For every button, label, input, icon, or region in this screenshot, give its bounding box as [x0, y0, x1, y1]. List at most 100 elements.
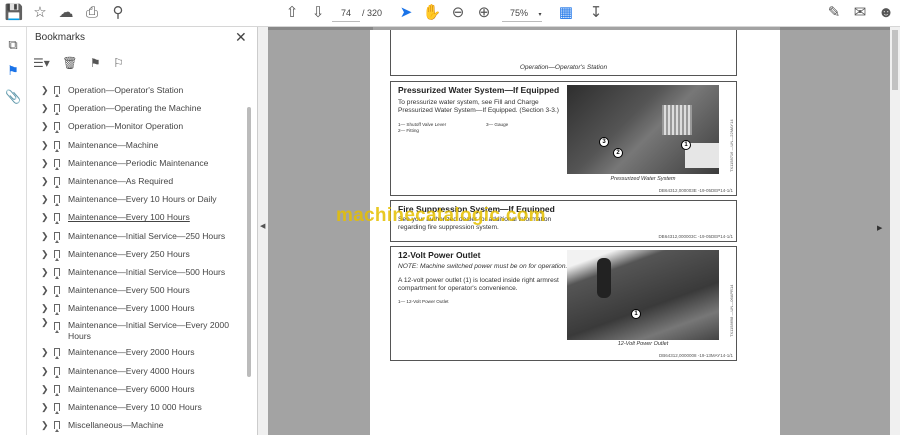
callout-1: 1 — [631, 309, 641, 319]
bookmark-label: Maintenance—Periodic Maintenance — [68, 157, 209, 168]
bookmark-item[interactable]: ❯ Maintenance—Periodic Maintenance — [27, 154, 247, 172]
bookmark-icon — [54, 231, 60, 243]
bookmark-item[interactable]: ❯ Maintenance—Initial Service—250 Hours — [27, 227, 247, 245]
chevron-right-icon[interactable]: ❯ — [41, 380, 49, 398]
chevron-right-icon[interactable]: ❯ — [41, 117, 49, 135]
bookmark-item[interactable]: ❯ Maintenance—Every 4000 Hours — [27, 362, 247, 380]
navigation-rail: ⧉ ⚑ 📎 — [0, 27, 27, 435]
page-shadow — [268, 27, 373, 30]
panel-scrollbar[interactable] — [247, 107, 251, 377]
bookmark-list: ❯ Operation—Operator's Station ❯ Operation—… — [27, 81, 247, 434]
zoom-out-icon[interactable]: ⊖ — [448, 4, 468, 22]
bookmark-item[interactable]: ❯ Maintenance—As Required — [27, 172, 247, 190]
search-icon[interactable]: ⚲ — [108, 4, 128, 22]
find-bookmark-icon[interactable]: ⚐ — [113, 56, 124, 70]
zoom-in-icon[interactable]: ⊕ — [474, 4, 494, 22]
bookmark-item[interactable]: ❯ Maintenance—Every 250 Hours — [27, 245, 247, 263]
page-fit-icon[interactable]: ▦ — [556, 4, 576, 22]
zoom-value: 75% — [510, 8, 529, 18]
hand-tool-icon[interactable]: ✋ — [422, 4, 442, 22]
bookmark-icon — [54, 366, 60, 378]
upload-cloud-icon[interactable]: ☁ — [56, 4, 76, 22]
bookmark-label: Maintenance—Initial Service—250 Hours — [68, 230, 226, 241]
chevron-right-icon[interactable]: ❯ — [41, 343, 49, 361]
bookmark-label: Maintenance—Every 2000 Hours — [68, 347, 195, 358]
bookmark-item[interactable]: ❯ Maintenance—Every 500 Hours — [27, 281, 247, 299]
chevron-right-icon[interactable]: ❯ — [41, 227, 49, 245]
chevron-right-icon[interactable]: ❯ — [41, 136, 49, 154]
bookmark-label: Maintenance—Every 10 000 Hours — [68, 402, 202, 412]
bookmark-label: Maintenance—Initial Service—Every 2000 H… — [68, 320, 229, 342]
bookmark-item[interactable]: ❯ Maintenance—Every 2000 Hours — [27, 343, 247, 361]
bookmark-item[interactable]: ❯ Maintenance—Every 6000 Hours — [27, 380, 247, 398]
chevron-right-icon[interactable]: ❯ — [41, 398, 49, 416]
chevron-right-icon[interactable]: ❯ — [41, 245, 49, 263]
bookmark-icon — [54, 348, 60, 360]
bookmark-item[interactable]: ❯ Miscellaneous—Machine — [27, 416, 247, 434]
bookmark-item[interactable]: ❯ Maintenance—Every 1000 Hours — [27, 299, 247, 317]
account-icon[interactable]: ☻ — [876, 4, 896, 22]
chevron-right-icon[interactable]: ❯ — [41, 81, 49, 99]
zoom-select[interactable]: 75% ▾ — [502, 5, 542, 22]
scrollbar-thumb[interactable] — [892, 30, 898, 90]
bookmark-item[interactable]: ❯ Operation—Operating the Machine — [27, 99, 247, 117]
page-total: / 320 — [362, 8, 383, 18]
bookmark-label: Operation—Monitor Operation — [68, 121, 184, 132]
chevron-right-icon[interactable]: ❯ — [41, 172, 49, 190]
header-text: Operation—Operator's Station — [519, 64, 608, 71]
chevron-right-icon[interactable]: ❯ — [41, 208, 49, 226]
bookmark-item[interactable]: ❯ Operation—Monitor Operation — [27, 117, 247, 135]
bookmark-icon — [54, 267, 60, 279]
select-cursor-icon[interactable]: ➤ — [396, 4, 416, 22]
chevron-right-icon[interactable]: ❯ — [41, 362, 49, 380]
section-body: A 12-volt power outlet (1) is located in… — [398, 277, 559, 292]
bookmark-label: Operation—Operator's Station — [68, 85, 184, 95]
options-menu-icon[interactable]: ☰▾ — [33, 56, 50, 70]
next-page-icon[interactable]: ⇩ — [308, 4, 328, 22]
bookmark-star-icon[interactable]: ☆ — [30, 4, 50, 22]
chevron-right-icon[interactable]: ❯ — [41, 416, 49, 434]
section-title: Pressurized Water System—If Equipped — [398, 85, 560, 95]
chevron-right-icon[interactable]: ❯ — [41, 281, 49, 299]
previous-page-icon[interactable]: ⇧ — [282, 4, 302, 22]
watermark: machinecatalogic.com — [336, 205, 546, 226]
bookmark-item[interactable]: ❯ Maintenance—Every 10 000 Hours — [27, 398, 247, 416]
chevron-right-icon[interactable]: ▶ — [877, 224, 882, 232]
close-icon[interactable]: ✕ — [235, 29, 247, 46]
power-outlet-photo: 1 — [567, 250, 719, 340]
print-icon[interactable]: ⎙ — [82, 4, 102, 22]
attachments-icon[interactable]: 📎 — [5, 89, 21, 105]
legend-item: 3— Gauge — [486, 122, 509, 127]
save-icon[interactable]: 💾 — [4, 4, 24, 22]
add-bookmark-icon[interactable]: ⚑ — [90, 56, 101, 70]
bookmarks-icon[interactable]: ⚑ — [5, 63, 21, 79]
chevron-right-icon[interactable]: ❯ — [41, 190, 49, 208]
bookmark-icon — [54, 213, 60, 225]
bookmark-item[interactable]: ❯ Maintenance—Every 10 Hours or Daily — [27, 190, 247, 208]
bookmark-item[interactable]: ❯ Maintenance—Initial Service—500 Hours — [27, 263, 247, 281]
legend-item: 1— 12-Volt Power Outlet — [398, 299, 449, 304]
section-pressurized-water: Pressurized Water System—If Equipped To … — [390, 81, 737, 196]
bookmark-label: Maintenance—Every 1000 Hours — [68, 303, 195, 314]
page-number-input[interactable]: 74 — [332, 5, 360, 22]
chevron-right-icon[interactable]: ❯ — [41, 99, 49, 117]
page-thumbnails-icon[interactable]: ⧉ — [5, 37, 21, 53]
chevron-right-icon[interactable]: ❯ — [41, 317, 49, 328]
scroll-mode-icon[interactable]: ↧ — [586, 4, 606, 22]
legend-item: 2— Fitting — [398, 128, 419, 133]
email-icon[interactable]: ✉ — [850, 4, 870, 22]
bookmark-label: Operation—Operating the Machine — [68, 103, 202, 114]
chevron-right-icon[interactable]: ❯ — [41, 263, 49, 281]
bookmark-item[interactable]: ❯ Maintenance—Initial Service—Every 2000 … — [27, 317, 247, 343]
chevron-right-icon[interactable]: ❯ — [41, 154, 49, 172]
collapse-panel-handle[interactable]: ◀ — [258, 27, 268, 435]
bookmark-item[interactable]: ❯ Maintenance—Machine — [27, 136, 247, 154]
bookmark-item[interactable]: ❯ Maintenance—Every 100 Hours — [27, 208, 247, 226]
sign-icon[interactable]: ✎ — [824, 4, 844, 22]
section-power-outlet: 12-Volt Power Outlet NOTE: Machine switc… — [390, 246, 737, 361]
bookmark-item[interactable]: ❯ Operation—Operator's Station — [27, 81, 247, 99]
delete-icon[interactable]: 🗑 — [62, 56, 77, 70]
bookmark-label: Maintenance—Every 500 Hours — [68, 285, 190, 296]
document-scrollbar[interactable] — [890, 27, 900, 435]
chevron-right-icon[interactable]: ❯ — [41, 299, 49, 317]
